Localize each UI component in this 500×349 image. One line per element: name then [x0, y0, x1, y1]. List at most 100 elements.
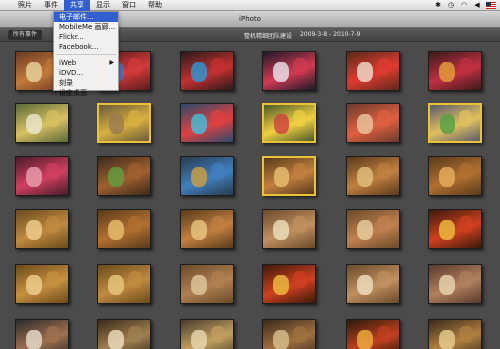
time-machine-icon[interactable]: ◷ [447, 1, 455, 9]
photo-subject [440, 114, 455, 134]
menu-separator [56, 52, 116, 55]
share-menu-item-label: Facebook... [59, 43, 99, 51]
photo-thumbnail[interactable] [180, 209, 234, 249]
photo-thumbnail[interactable] [180, 156, 234, 196]
photo-subject [108, 274, 124, 296]
share-menu-item[interactable]: MobileMe 画廊... [54, 22, 118, 32]
photo-detail [377, 215, 391, 233]
photo-thumbnail[interactable] [180, 51, 234, 91]
photo-subject [191, 113, 207, 135]
share-menu-item[interactable]: 电子邮件... [54, 12, 118, 22]
photo-thumbnail[interactable] [262, 51, 316, 91]
photo-thumbnail[interactable] [428, 209, 482, 249]
photo-subject [439, 61, 455, 83]
share-menu-item[interactable]: Facebook... [54, 42, 118, 52]
photo-thumbnail[interactable] [346, 51, 400, 91]
photo-detail [377, 270, 391, 288]
photo-thumbnail[interactable] [15, 264, 69, 304]
photo-thumbnail[interactable] [346, 156, 400, 196]
share-menu-item[interactable]: 设定桌面 [54, 88, 118, 98]
photo-thumbnail[interactable] [97, 264, 151, 304]
event-title: 整机精细团队建设 [244, 33, 293, 40]
photo-thumbnail[interactable] [15, 209, 69, 249]
photo-thumbnail[interactable] [262, 156, 316, 196]
iphoto-screen: 照片 事件 共享 显示 窗口 帮助 ✱ ◷ ◠ ◀ iPhoto 所有事件 整机… [0, 0, 500, 349]
menu-photos[interactable]: 照片 [12, 0, 38, 11]
photo-thumbnail[interactable] [97, 156, 151, 196]
photo-thumbnail[interactable] [346, 209, 400, 249]
photo-subject [439, 219, 455, 241]
photo-thumbnail[interactable] [262, 103, 316, 143]
input-flag-icon[interactable] [486, 1, 496, 9]
photo-subject [191, 274, 207, 296]
photo-subject [439, 329, 455, 349]
photo-thumbnail[interactable] [346, 319, 400, 349]
menu-view[interactable]: 显示 [90, 0, 116, 11]
photo-subject [357, 166, 373, 188]
photo-detail [377, 162, 391, 180]
photo-thumbnail[interactable] [428, 264, 482, 304]
menu-help[interactable]: 帮助 [142, 0, 168, 11]
photo-subject [109, 114, 124, 134]
photo-thumbnail[interactable] [346, 264, 400, 304]
share-menu-item-label: 电子邮件... [59, 13, 94, 21]
photo-thumbnail[interactable] [428, 103, 482, 143]
photo-thumbnail[interactable] [15, 319, 69, 349]
photo-detail [211, 215, 225, 233]
photo-thumbnail[interactable] [346, 103, 400, 143]
share-menu-item-label: 刻录 [59, 79, 73, 87]
share-menu-item-label: MobileMe 画廊... [59, 23, 116, 31]
share-menu-item[interactable]: iWeb ▶ [54, 58, 118, 68]
photo-detail [128, 270, 142, 288]
share-menu-item-label: Flickr... [59, 33, 84, 41]
photo-thumbnail[interactable] [428, 319, 482, 349]
photo-thumbnail[interactable] [97, 319, 151, 349]
photo-thumbnail[interactable] [15, 156, 69, 196]
photo-detail [377, 109, 391, 127]
photo-thumbnail[interactable] [97, 103, 151, 143]
photo-detail [46, 215, 60, 233]
photo-detail [293, 270, 307, 288]
photo-detail [211, 325, 225, 343]
photo-detail [293, 57, 307, 75]
photo-detail [377, 325, 391, 343]
event-date: 2009-3-8 - 2010-7-9 [300, 31, 361, 38]
photo-subject [273, 329, 289, 349]
menu-share[interactable]: 共享 [64, 0, 90, 11]
share-menu-item[interactable]: iDVD... [54, 68, 118, 78]
photo-subject [357, 219, 373, 241]
volume-icon[interactable]: ◀ [473, 1, 481, 9]
photo-subject [26, 166, 42, 188]
photo-thumbnail[interactable] [428, 156, 482, 196]
photo-subject [191, 329, 207, 349]
photo-detail [128, 57, 142, 75]
photo-thumbnail[interactable] [180, 319, 234, 349]
photo-detail [459, 162, 473, 180]
photo-subject [26, 219, 42, 241]
share-menu-item[interactable]: Flickr... [54, 32, 118, 42]
photo-thumbnail[interactable] [180, 264, 234, 304]
photo-thumbnail[interactable] [262, 264, 316, 304]
menubar: 照片 事件 共享 显示 窗口 帮助 ✱ ◷ ◠ ◀ [0, 0, 500, 11]
photo-thumbnail[interactable] [97, 209, 151, 249]
photo-subject [108, 219, 124, 241]
all-events-button[interactable]: 所有事件 [8, 30, 43, 40]
menu-events[interactable]: 事件 [38, 0, 64, 11]
bluetooth-icon[interactable]: ✱ [434, 1, 442, 9]
apple-menu-icon[interactable] [0, 0, 12, 11]
share-menu-item[interactable]: 刻录 [54, 78, 118, 88]
photo-thumbnail[interactable] [180, 103, 234, 143]
photo-thumbnail[interactable] [15, 103, 69, 143]
photo-detail [293, 325, 307, 343]
photo-detail [459, 215, 473, 233]
share-menu-item-label: 设定桌面 [59, 89, 87, 97]
photo-detail [293, 163, 306, 180]
photo-detail [211, 270, 225, 288]
photo-detail [459, 270, 473, 288]
photo-thumbnail[interactable] [262, 209, 316, 249]
photo-detail [293, 110, 306, 127]
photo-thumbnail[interactable] [428, 51, 482, 91]
photo-thumbnail[interactable] [262, 319, 316, 349]
menu-window[interactable]: 窗口 [116, 0, 142, 11]
wifi-icon[interactable]: ◠ [460, 1, 468, 9]
